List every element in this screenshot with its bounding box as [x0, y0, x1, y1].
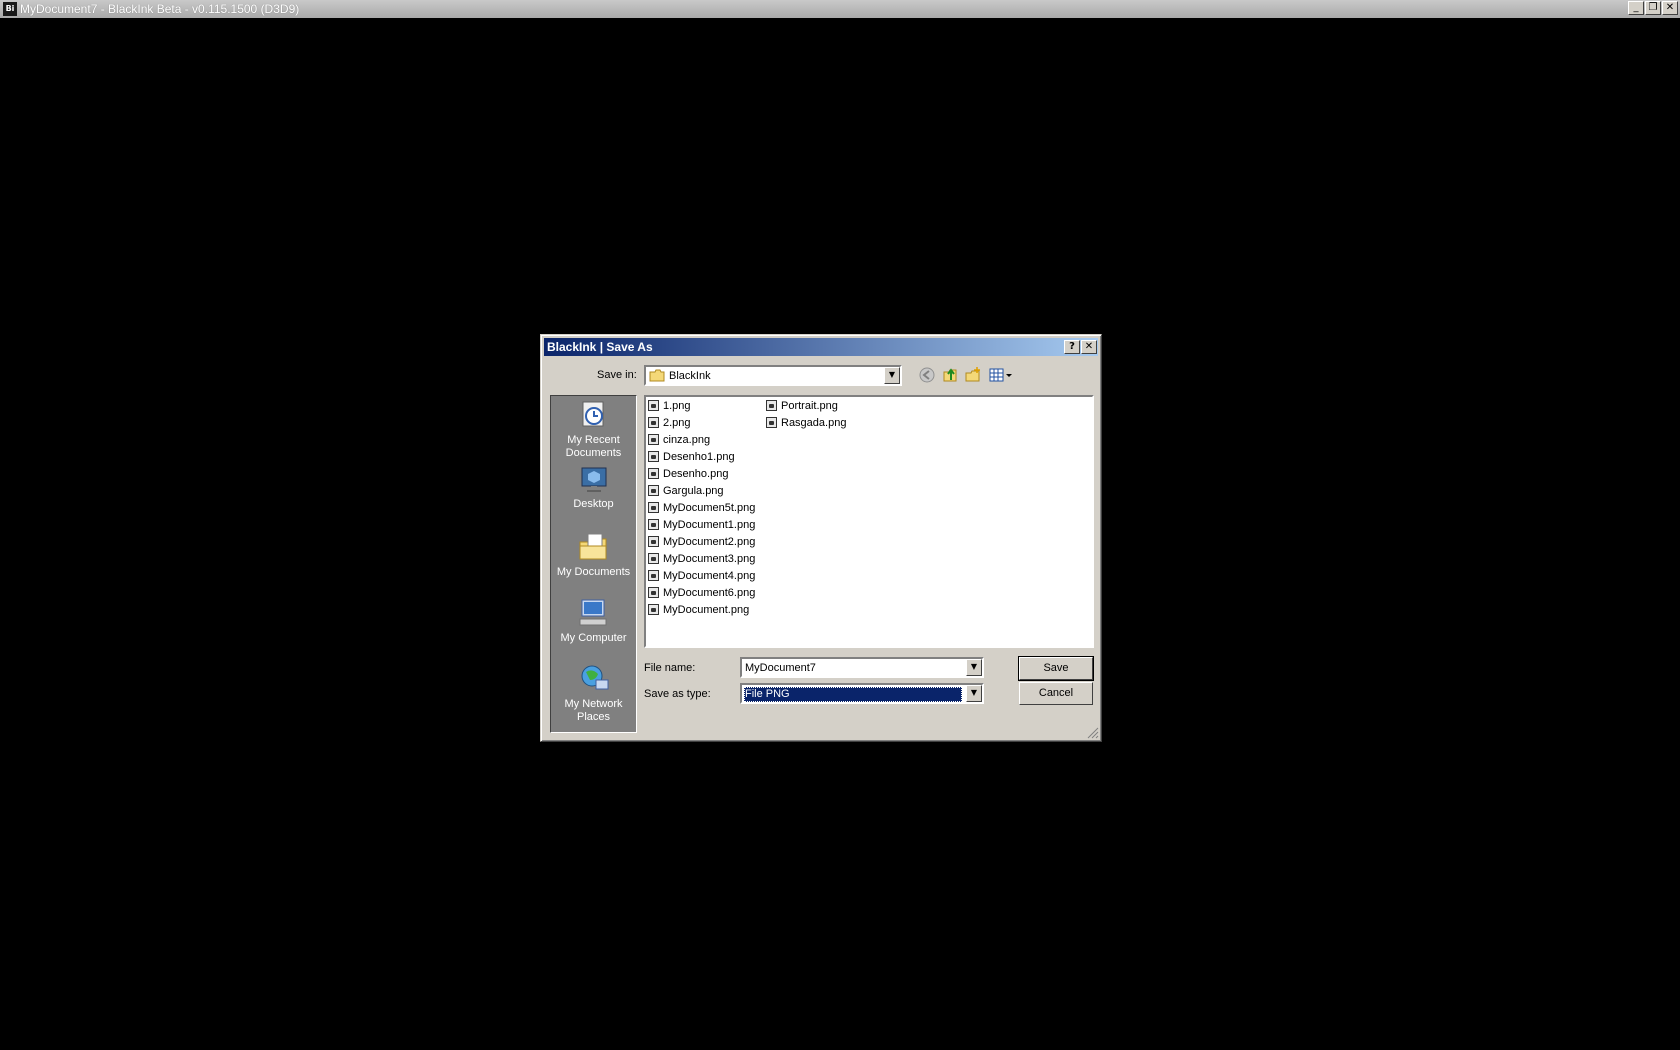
- place-my-documents[interactable]: My Documents: [551, 532, 636, 579]
- list-item[interactable]: Portrait.png: [766, 398, 838, 414]
- folder-icon: [649, 369, 665, 382]
- save-type-dropdown-button[interactable]: ▼: [966, 685, 982, 702]
- place-recent-documents[interactable]: My Recent Documents: [551, 400, 636, 460]
- list-item[interactable]: 2.png: [648, 415, 691, 431]
- file-name-combo[interactable]: MyDocument7 ▼: [740, 657, 984, 678]
- image-file-icon: [766, 400, 777, 411]
- image-file-icon: [648, 553, 659, 564]
- image-file-icon: [648, 485, 659, 496]
- places-bar: My Recent Documents Desktop My Documents: [550, 395, 637, 733]
- list-item[interactable]: 1.png: [648, 398, 691, 414]
- save-type-label: Save as type:: [644, 688, 711, 700]
- list-item[interactable]: Rasgada.png: [766, 415, 846, 431]
- image-file-icon: [648, 468, 659, 479]
- cancel-button[interactable]: Cancel: [1019, 682, 1093, 705]
- list-item[interactable]: Gargula.png: [648, 483, 724, 499]
- app-title: MyDocument7 - BlackInk Beta - v0.115.150…: [20, 2, 300, 16]
- save-as-dialog: BlackInk | Save As ? ✕ Save in: BlackInk…: [540, 334, 1102, 742]
- image-file-icon: [648, 604, 659, 615]
- dialog-close-button[interactable]: ✕: [1081, 340, 1097, 354]
- list-item[interactable]: cinza.png: [648, 432, 710, 448]
- place-desktop[interactable]: Desktop: [551, 466, 636, 511]
- save-in-combo[interactable]: BlackInk ▼: [644, 365, 902, 386]
- file-name-input[interactable]: MyDocument7: [745, 661, 816, 675]
- list-item[interactable]: MyDocument.png: [648, 602, 749, 618]
- image-file-icon: [648, 570, 659, 581]
- place-label: My Computer: [560, 632, 627, 644]
- list-item[interactable]: MyDocument1.png: [648, 517, 755, 533]
- network-places-icon: [581, 665, 608, 690]
- list-item[interactable]: MyDocument3.png: [648, 551, 755, 567]
- list-item[interactable]: MyDocument4.png: [648, 568, 755, 584]
- file-list[interactable]: 1.png 2.png cinza.png Desenho1.png Desen…: [644, 395, 1094, 648]
- place-label: My Documents: [556, 566, 631, 578]
- place-my-computer[interactable]: My Computer: [551, 598, 636, 645]
- image-file-icon: [648, 400, 659, 411]
- image-file-icon: [648, 417, 659, 428]
- image-file-icon: [766, 417, 777, 428]
- dialog-titlebar: BlackInk | Save As ? ✕: [544, 338, 1098, 356]
- view-menu-icon[interactable]: [988, 366, 1014, 384]
- file-name-dropdown-button[interactable]: ▼: [966, 659, 982, 676]
- resize-grip-icon[interactable]: [1087, 727, 1099, 739]
- file-name-label: File name:: [644, 662, 696, 674]
- save-type-value: File PNG: [745, 688, 790, 700]
- new-folder-icon[interactable]: [964, 366, 982, 384]
- image-file-icon: [648, 519, 659, 530]
- image-file-icon: [648, 587, 659, 598]
- image-file-icon: [648, 536, 659, 547]
- place-network-places[interactable]: My Network Places: [551, 664, 636, 724]
- image-file-icon: [648, 451, 659, 462]
- my-computer-icon: [579, 599, 606, 626]
- dialog-title: BlackInk | Save As: [547, 340, 653, 354]
- save-in-label: Save in:: [597, 369, 637, 381]
- list-item[interactable]: Desenho.png: [648, 466, 728, 482]
- back-icon[interactable]: [918, 366, 936, 384]
- desktop-icon: [581, 467, 606, 492]
- place-label: My Network Places: [564, 698, 623, 723]
- up-one-level-icon[interactable]: [941, 366, 959, 384]
- my-documents-icon: [579, 533, 606, 560]
- save-type-select[interactable]: File PNG ▼: [740, 683, 984, 704]
- app-icon[interactable]: Bi: [3, 2, 17, 16]
- save-in-value: BlackInk: [669, 370, 711, 382]
- save-in-dropdown-button[interactable]: ▼: [884, 367, 900, 384]
- list-item[interactable]: MyDocumen5t.png: [648, 500, 755, 516]
- place-label: Desktop: [573, 498, 614, 510]
- restore-button[interactable]: ❐: [1645, 1, 1661, 15]
- close-button[interactable]: ✕: [1662, 1, 1678, 15]
- app-titlebar: Bi MyDocument7 - BlackInk Beta - v0.115.…: [0, 0, 1680, 18]
- image-file-icon: [648, 434, 659, 445]
- list-item[interactable]: MyDocument2.png: [648, 534, 755, 550]
- list-item[interactable]: Desenho1.png: [648, 449, 735, 465]
- help-button[interactable]: ?: [1064, 340, 1080, 354]
- recent-documents-icon: [582, 401, 603, 427]
- list-item[interactable]: MyDocument6.png: [648, 585, 755, 601]
- save-button[interactable]: Save: [1018, 656, 1094, 681]
- place-label: My Recent Documents: [565, 434, 622, 459]
- minimize-button[interactable]: _: [1628, 1, 1644, 15]
- image-file-icon: [648, 502, 659, 513]
